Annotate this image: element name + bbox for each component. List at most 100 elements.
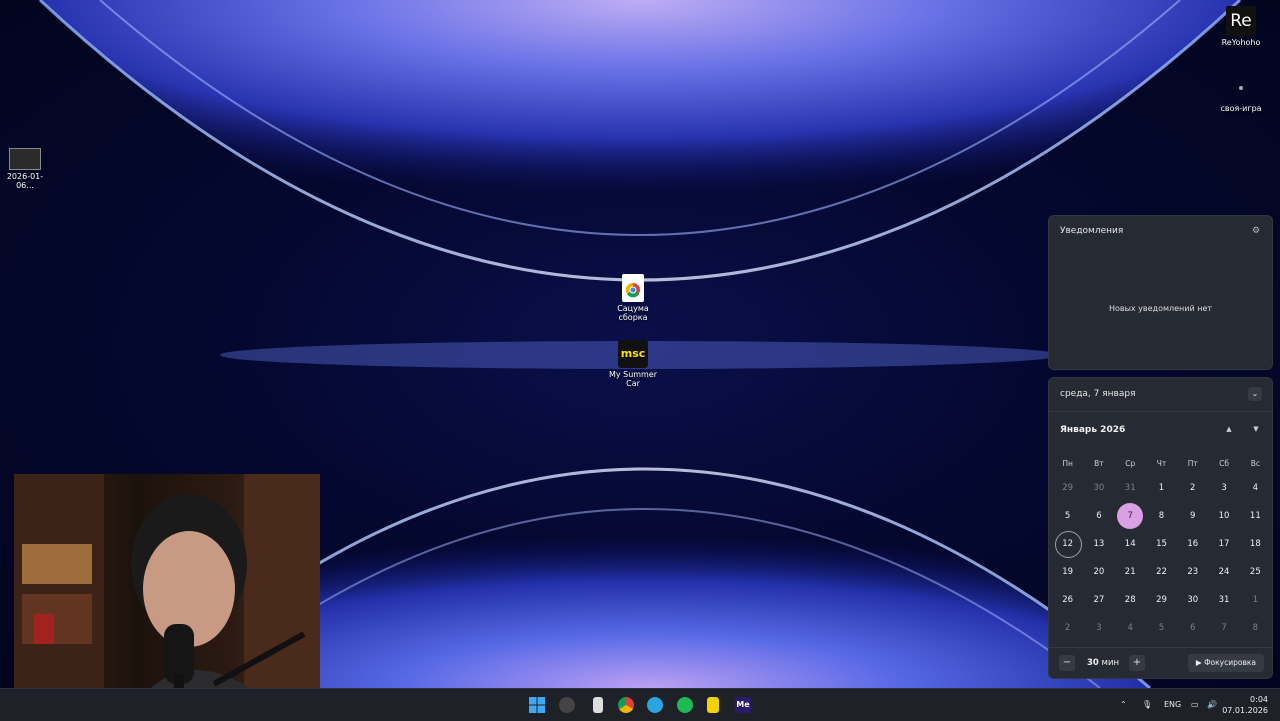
calendar-day[interactable]: 3 xyxy=(1083,614,1114,642)
calendar-weekday: Пт xyxy=(1187,459,1198,468)
calendar-day[interactable]: 31 xyxy=(1208,586,1239,614)
desktop-icon-reyohoho[interactable]: Re ReYohoho xyxy=(1218,6,1264,47)
desktop-icon-satsuma[interactable]: Сацума сборка xyxy=(606,274,660,322)
calendar-day[interactable]: 24 xyxy=(1208,558,1239,586)
msc-logo-text: msc xyxy=(620,347,646,360)
calendar-week-row: 19 20 21 22 23 24 25 xyxy=(1052,558,1271,586)
focus-unit: мин xyxy=(1101,658,1120,668)
calendar-day[interactable]: 15 xyxy=(1146,530,1177,558)
desktop-icon-label: My Summer Car xyxy=(608,370,658,388)
calendar-day[interactable]: 27 xyxy=(1083,586,1114,614)
calendar-day[interactable]: 14 xyxy=(1115,530,1146,558)
calendar-day[interactable]: 30 xyxy=(1177,586,1208,614)
calendar-day[interactable]: 25 xyxy=(1240,558,1271,586)
calendar-week-row: 29 30 31 1 2 3 4 xyxy=(1052,474,1271,502)
focus-start-button[interactable]: ▶ Фокусировка xyxy=(1187,654,1264,672)
calendar-day[interactable]: 8 xyxy=(1240,614,1271,642)
msc-game-icon: msc xyxy=(618,340,648,368)
calendar-day-number: 8 xyxy=(1158,511,1165,521)
calendar-day-number: 26 xyxy=(1062,595,1074,605)
chevron-up-icon[interactable]: ▲ xyxy=(1223,423,1235,435)
taskbar-clock[interactable]: 0:04 07.01.2026 xyxy=(1222,694,1268,716)
calendar-day-number: 5 xyxy=(1158,623,1165,633)
calendar-day-number: 6 xyxy=(1096,511,1102,521)
calendar-day[interactable]: 23 xyxy=(1177,558,1208,586)
chevron-up-icon[interactable]: ⌃ xyxy=(1120,689,1127,721)
calendar-day[interactable]: 11 xyxy=(1240,502,1271,530)
calendar-day-number: 8 xyxy=(1252,623,1259,633)
calendar-day[interactable]: 3 xyxy=(1208,474,1239,502)
calendar-day-number: 17 xyxy=(1218,539,1230,549)
calendar-weekday: Чт xyxy=(1156,459,1167,468)
language-indicator[interactable]: ENG xyxy=(1164,689,1181,721)
notifications-empty-text: Новых уведомлений нет xyxy=(1108,304,1213,313)
yellow-app-icon[interactable] xyxy=(707,697,719,713)
calendar-day[interactable]: 5 xyxy=(1146,614,1177,642)
calendar-day[interactable]: 20 xyxy=(1083,558,1114,586)
calendar-month-title[interactable]: Январь 2026 xyxy=(1060,425,1125,435)
me-app-icon[interactable]: Me xyxy=(735,697,751,713)
calendar-day[interactable]: 17 xyxy=(1208,530,1239,558)
calendar-day[interactable]: 7 xyxy=(1208,614,1239,642)
desktop-icon-svoya-igra[interactable]: своя-игра xyxy=(1216,86,1266,113)
file-icon[interactable] xyxy=(593,697,603,713)
chevron-down-icon[interactable]: ⌄ xyxy=(1248,387,1262,401)
calendar-day[interactable]: 2 xyxy=(1177,474,1208,502)
focus-duration: 30 мин xyxy=(1087,658,1119,668)
desktop-icon-label: ReYohoho xyxy=(1221,38,1261,47)
spotify-icon[interactable] xyxy=(677,697,693,713)
calendar-current-date: среда, 7 января xyxy=(1060,389,1136,399)
volume-icon[interactable]: 🔊 xyxy=(1207,689,1217,721)
calendar-day[interactable]: 5 xyxy=(1052,502,1083,530)
desktop-icon-my-summer-car[interactable]: msc My Summer Car xyxy=(606,340,660,388)
chrome-icon[interactable] xyxy=(618,697,634,713)
me-app-label: Me xyxy=(736,700,750,709)
minus-icon[interactable]: − xyxy=(1059,655,1075,671)
calendar-day[interactable]: 26 xyxy=(1052,586,1083,614)
calendar-day[interactable]: 1 xyxy=(1146,474,1177,502)
microphone-icon[interactable]: 🎙 xyxy=(1142,689,1152,721)
calendar-day[interactable]: 1 xyxy=(1240,586,1271,614)
network-icon[interactable]: ▭ xyxy=(1191,689,1199,721)
calendar-day[interactable]: 21 xyxy=(1115,558,1146,586)
calendar-day[interactable]: 19 xyxy=(1052,558,1083,586)
obs-icon[interactable] xyxy=(559,697,575,713)
windows-start-icon[interactable] xyxy=(529,697,545,713)
calendar-day[interactable]: 13 xyxy=(1083,530,1114,558)
calendar-day[interactable]: 2 xyxy=(1052,614,1083,642)
calendar-day-number: 1 xyxy=(1252,595,1259,605)
calendar-day[interactable]: 30 xyxy=(1083,474,1114,502)
calendar-day[interactable]: 6 xyxy=(1177,614,1208,642)
calendar-day-number: 18 xyxy=(1249,539,1261,549)
chevron-down-icon[interactable]: ▼ xyxy=(1250,423,1262,435)
calendar-weekday: Ср xyxy=(1125,459,1136,468)
calendar-day-number: 12 xyxy=(1062,539,1074,549)
calendar-day-today[interactable]: 7 xyxy=(1115,502,1146,530)
calendar-day-number: 10 xyxy=(1218,511,1230,521)
video-file-icon xyxy=(9,148,41,170)
telegram-icon[interactable] xyxy=(647,697,663,713)
calendar-day[interactable]: 29 xyxy=(1052,474,1083,502)
calendar-day[interactable]: 16 xyxy=(1177,530,1208,558)
calendar-day-number: 5 xyxy=(1064,511,1071,521)
calendar-day[interactable]: 4 xyxy=(1115,614,1146,642)
calendar-week-row: 2 3 4 5 6 7 8 xyxy=(1052,614,1271,642)
calendar-day[interactable]: 12 xyxy=(1052,530,1083,558)
calendar-day-number: 25 xyxy=(1249,567,1261,577)
settings-icon[interactable]: ⚙ xyxy=(1250,225,1262,237)
calendar-day-number: 13 xyxy=(1093,539,1105,549)
calendar-day-number: 27 xyxy=(1093,595,1105,605)
calendar-day-number: 20 xyxy=(1093,567,1105,577)
calendar-day[interactable]: 6 xyxy=(1083,502,1114,530)
calendar-day[interactable]: 10 xyxy=(1208,502,1239,530)
calendar-day[interactable]: 4 xyxy=(1240,474,1271,502)
calendar-day[interactable]: 29 xyxy=(1146,586,1177,614)
calendar-day[interactable]: 28 xyxy=(1115,586,1146,614)
calendar-day[interactable]: 31 xyxy=(1115,474,1146,502)
calendar-day[interactable]: 9 xyxy=(1177,502,1208,530)
desktop-icon-video-file[interactable]: 2026-01-06... xyxy=(0,148,50,190)
calendar-day[interactable]: 8 xyxy=(1146,502,1177,530)
plus-icon[interactable]: + xyxy=(1129,655,1145,671)
calendar-day[interactable]: 18 xyxy=(1240,530,1271,558)
calendar-day[interactable]: 22 xyxy=(1146,558,1177,586)
